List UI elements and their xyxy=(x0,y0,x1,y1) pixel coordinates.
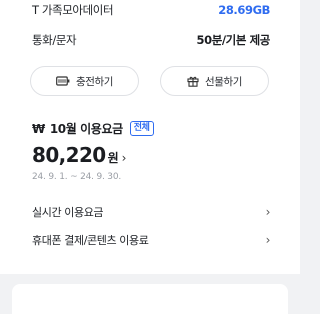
gift-icon xyxy=(187,75,199,87)
realtime-charges-label: 실시간 이용요금 xyxy=(32,206,104,219)
usage-header: ₩ 10월 이용요금 전체 xyxy=(32,120,154,137)
usage-title: 10월 이용요금 xyxy=(49,122,123,136)
battery-charge-icon xyxy=(56,76,70,86)
usage-amount-link[interactable]: 80,220 원 › xyxy=(32,143,126,167)
data-plan-value: 28.69GB xyxy=(218,3,270,17)
chevron-right-icon: › xyxy=(265,233,271,247)
gift-button[interactable]: 선물하기 xyxy=(160,66,269,96)
gift-label: 선물하기 xyxy=(204,75,243,88)
won-currency-icon: ₩ xyxy=(32,121,45,136)
voice-plan-label: 통화/문자 xyxy=(32,33,77,47)
plan-summary-card: T 가족모아데이터 28.69GB 통화/문자 50분/기본 제공 충전하기 선… xyxy=(0,0,300,274)
chevron-right-icon: › xyxy=(265,205,271,219)
usage-scope-badge[interactable]: 전체 xyxy=(129,121,154,136)
usage-amount-unit: 원 xyxy=(107,151,119,165)
realtime-charges-link[interactable]: 실시간 이용요금 › xyxy=(32,204,270,220)
voice-plan-row: 통화/문자 50분/기본 제공 xyxy=(32,32,270,48)
data-plan-row: T 가족모아데이터 28.69GB xyxy=(32,2,270,18)
payment-content-link[interactable]: 휴대폰 결제/콘텐츠 이용료 › xyxy=(32,232,270,248)
recharge-label: 충전하기 xyxy=(75,75,114,88)
chevron-right-icon: › xyxy=(121,151,127,165)
recharge-button[interactable]: 충전하기 xyxy=(30,66,139,96)
payment-content-label: 휴대폰 결제/콘텐츠 이용료 xyxy=(32,234,149,247)
usage-period: 24. 9. 1. ~ 24. 9. 30. xyxy=(32,172,122,182)
next-card xyxy=(12,284,288,314)
data-plan-label: T 가족모아데이터 xyxy=(32,3,114,17)
voice-plan-value: 50분/기본 제공 xyxy=(196,33,270,47)
usage-amount: 80,220 xyxy=(32,143,106,167)
